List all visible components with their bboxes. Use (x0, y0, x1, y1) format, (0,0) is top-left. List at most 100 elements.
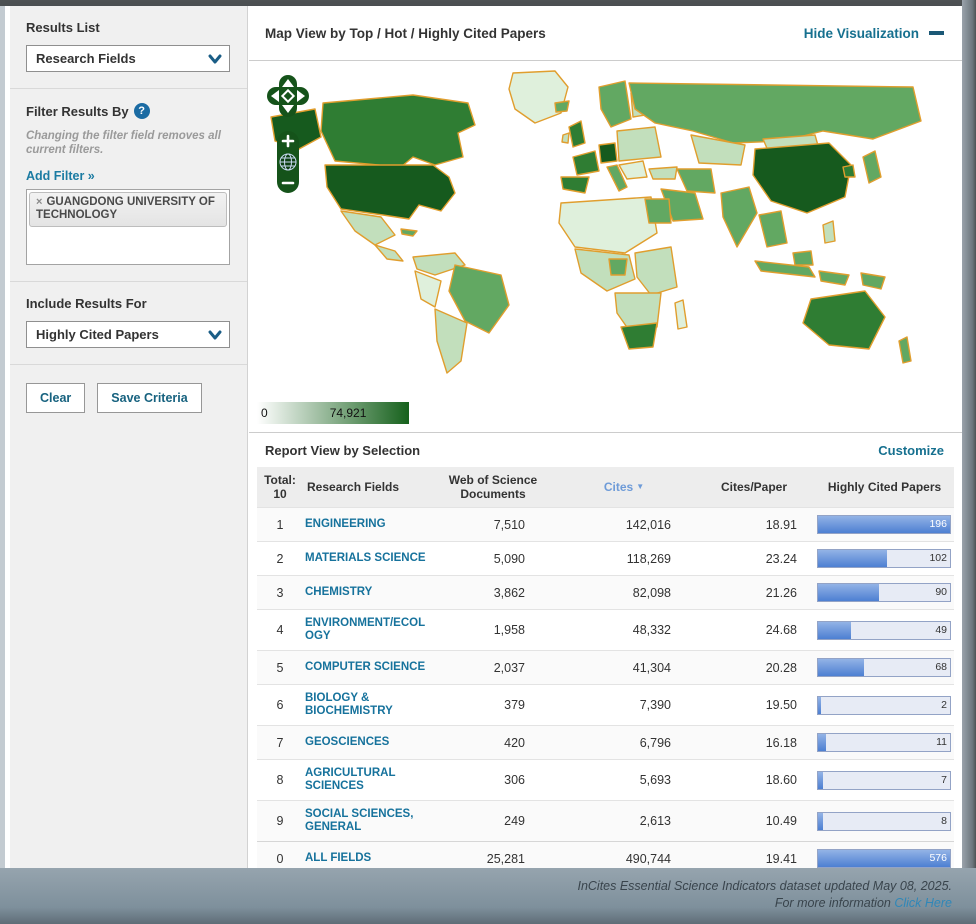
hcp-bar-track: 90 (817, 583, 951, 602)
cites-paper-cell: 24.68 (693, 610, 815, 651)
cites-cell: 5,693 (555, 760, 693, 801)
col-highly-cited[interactable]: Highly Cited Papers (815, 467, 954, 508)
col-research-fields[interactable]: Research Fields (303, 467, 431, 508)
cites-paper-cell: 16.18 (693, 726, 815, 760)
dataset-updated-text: InCites Essential Science Indicators dat… (0, 878, 952, 895)
hcp-bar-cell: 11 (815, 726, 954, 760)
hcp-bar-fill (818, 772, 823, 789)
remove-filter-icon[interactable]: × (36, 196, 42, 208)
filter-section: Filter Results By? Changing the filter f… (10, 89, 247, 282)
save-criteria-button[interactable]: Save Criteria (97, 383, 201, 413)
filter-tag[interactable]: ×GUANGDONG UNIVERSITY OF TECHNOLOGY (29, 192, 227, 227)
world-map[interactable] (263, 65, 943, 385)
rank-cell: 3 (257, 576, 303, 610)
cites-paper-cell: 21.26 (693, 576, 815, 610)
hcp-bar-cell: 8 (815, 801, 954, 842)
hcp-bar-track: 196 (817, 515, 951, 534)
col-cites-paper[interactable]: Cites/Paper (693, 467, 815, 508)
hcp-bar-track: 68 (817, 658, 951, 677)
cites-cell: 142,016 (555, 508, 693, 542)
filter-heading-label: Filter Results By (26, 104, 129, 119)
field-link[interactable]: CHEMISTRY (305, 586, 372, 598)
map-view-header: Map View by Top / Hot / Highly Cited Pap… (249, 6, 962, 61)
zoom-control[interactable] (276, 130, 300, 194)
pan-control[interactable] (265, 73, 311, 119)
hide-visualization-link[interactable]: Hide Visualization (804, 26, 944, 41)
table-row: 8AGRICULTURAL SCIENCES3065,69318.607 (257, 760, 954, 801)
cites-paper-cell: 18.91 (693, 508, 815, 542)
cites-cell: 118,269 (555, 542, 693, 576)
field-cell: SOCIAL SCIENCES, GENERAL (303, 801, 431, 842)
table-row: 4ENVIRONMENT/ECOLOGY1,95848,33224.6849 (257, 610, 954, 651)
legend-min-label: 0 (261, 406, 268, 420)
hcp-bar-track: 102 (817, 549, 951, 568)
hcp-bar-track: 2 (817, 696, 951, 715)
field-link[interactable]: SOCIAL SCIENCES, GENERAL (305, 808, 413, 833)
results-list-dropdown[interactable]: Research Fields (26, 45, 230, 72)
results-list-section: Results List Research Fields (10, 6, 247, 89)
field-link[interactable]: BIOLOGY & BIOCHEMISTRY (305, 692, 393, 717)
field-cell: MATERIALS SCIENCE (303, 542, 431, 576)
cites-paper-cell: 20.28 (693, 651, 815, 685)
table-row: 7GEOSCIENCES4206,79616.1811 (257, 726, 954, 760)
table-row: 6BIOLOGY & BIOCHEMISTRY3797,39019.502 (257, 685, 954, 726)
wos-documents-cell: 5,090 (431, 542, 555, 576)
col-total: Total: 10 (257, 467, 303, 508)
rank-cell: 1 (257, 508, 303, 542)
field-cell: COMPUTER SCIENCE (303, 651, 431, 685)
col-cites-sorted[interactable]: Cites▼ (555, 467, 693, 508)
map-view-title: Map View by Top / Hot / Highly Cited Pap… (265, 26, 546, 41)
hcp-bar-value: 102 (929, 550, 947, 567)
hcp-bar-cell: 2 (815, 685, 954, 726)
rank-cell: 5 (257, 651, 303, 685)
cites-paper-cell: 10.49 (693, 801, 815, 842)
cites-paper-cell: 23.24 (693, 542, 815, 576)
field-link[interactable]: ENGINEERING (305, 518, 386, 530)
hcp-bar-track: 11 (817, 733, 951, 752)
table-row: 3CHEMISTRY3,86282,09821.2690 (257, 576, 954, 610)
add-filter-link[interactable]: Add Filter » (26, 169, 95, 183)
wos-documents-cell: 7,510 (431, 508, 555, 542)
col-wos-documents[interactable]: Web of Science Documents (431, 467, 555, 508)
total-label: Total: (259, 473, 301, 487)
click-here-link[interactable]: Click Here (894, 896, 952, 910)
field-cell: ENGINEERING (303, 508, 431, 542)
country-regions[interactable] (271, 71, 921, 373)
right-edge-strip (962, 0, 976, 924)
table-row: 1ENGINEERING 7,510142,01618.91196 (257, 508, 954, 542)
hcp-bar-fill (818, 584, 879, 601)
chevron-down-icon (207, 327, 223, 343)
rank-cell: 6 (257, 685, 303, 726)
minus-icon (929, 31, 944, 35)
hcp-bar-value: 68 (935, 659, 947, 676)
cites-cell: 7,390 (555, 685, 693, 726)
field-cell: GEOSCIENCES (303, 726, 431, 760)
map-legend: 0 74,921 (257, 402, 409, 424)
include-results-dropdown[interactable]: Highly Cited Papers (26, 321, 230, 348)
sidebar-buttons: Clear Save Criteria (10, 365, 247, 431)
help-icon[interactable]: ? (134, 103, 150, 119)
hcp-bar-value: 8 (941, 813, 947, 830)
filter-tag-label: GUANGDONG UNIVERSITY OF TECHNOLOGY (36, 196, 215, 221)
field-link[interactable]: ALL FIELDS (305, 852, 371, 864)
field-link[interactable]: ENVIRONMENT/ECOLOGY (305, 617, 425, 642)
wos-documents-cell: 249 (431, 801, 555, 842)
clear-button[interactable]: Clear (26, 383, 85, 413)
include-results-dropdown-value: Highly Cited Papers (36, 327, 159, 342)
field-link[interactable]: COMPUTER SCIENCE (305, 661, 425, 673)
hcp-header-label: Highly Cited Papers (828, 480, 941, 494)
rank-cell: 2 (257, 542, 303, 576)
globe-icon (280, 154, 296, 170)
field-cell: BIOLOGY & BIOCHEMISTRY (303, 685, 431, 726)
customize-link[interactable]: Customize (878, 443, 944, 458)
hcp-bar-cell: 49 (815, 610, 954, 651)
page: Results List Research Fields Filter Resu… (0, 0, 976, 924)
field-link[interactable]: AGRICULTURAL SCIENCES (305, 767, 395, 792)
field-link[interactable]: MATERIALS SCIENCE (305, 552, 426, 564)
field-link[interactable]: GEOSCIENCES (305, 736, 389, 748)
hcp-bar-track: 7 (817, 771, 951, 790)
sort-descending-icon: ▼ (636, 482, 644, 491)
report-table: Total: 10 Research Fields Web of Science… (257, 467, 954, 875)
wos-documents-cell: 1,958 (431, 610, 555, 651)
left-edge-strip (0, 6, 5, 868)
